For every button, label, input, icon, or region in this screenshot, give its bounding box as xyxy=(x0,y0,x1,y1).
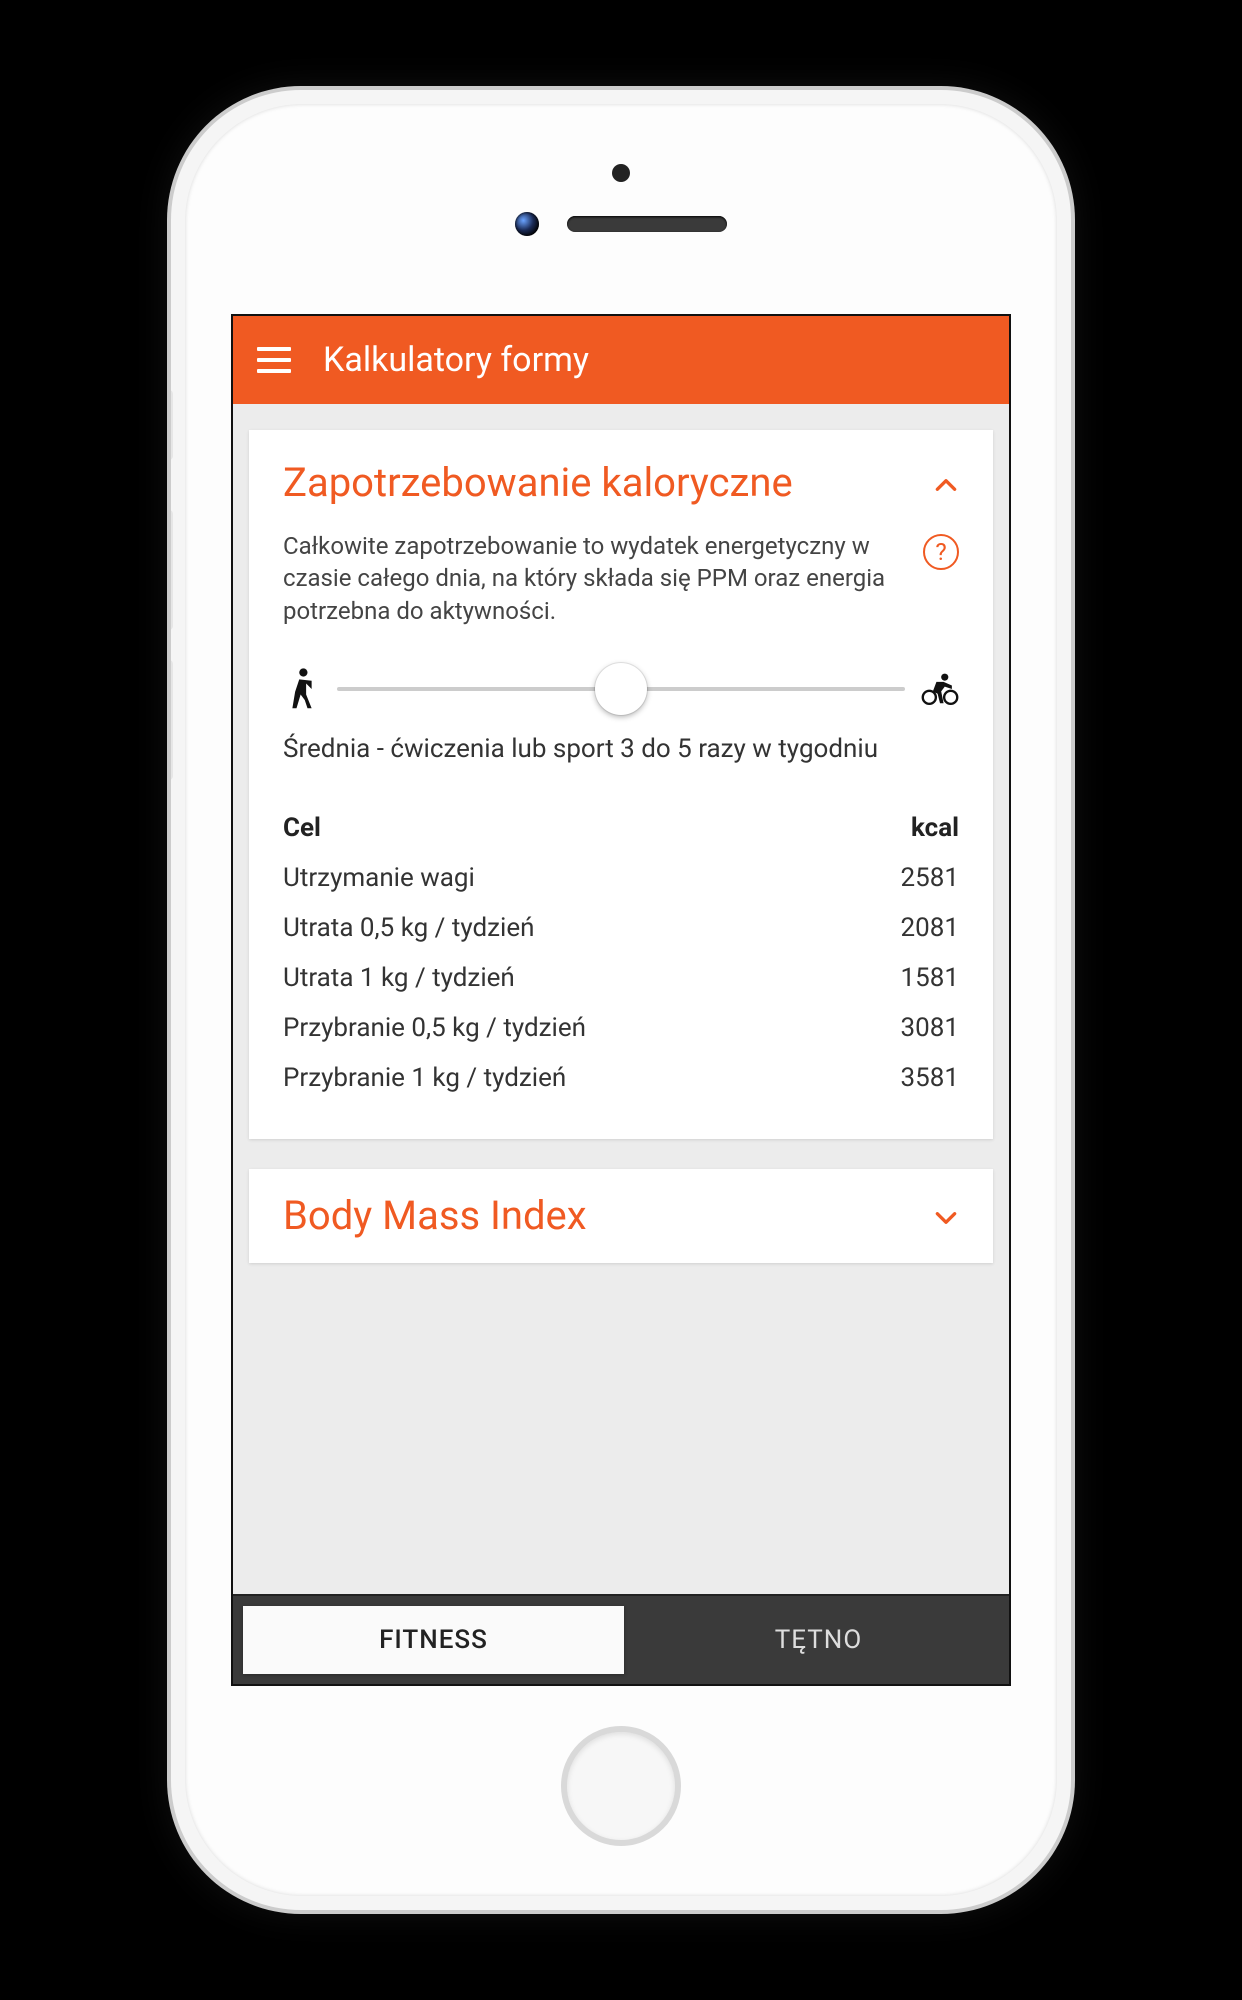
phone-top-sensors xyxy=(185,164,1057,236)
cycling-icon xyxy=(921,667,959,711)
row-label: Utrata 0,5 kg / tydzień xyxy=(283,913,535,943)
phone-speaker xyxy=(567,216,727,232)
row-label: Utrata 1 kg / tydzień xyxy=(283,963,515,993)
card-title: Zapotrzebowanie kaloryczne xyxy=(283,460,909,506)
chevron-up-icon xyxy=(933,472,959,498)
goal-table: Cel kcal Utrzymanie wagi 2581 Utrata 0,5… xyxy=(283,803,959,1103)
row-label: Przybranie 1 kg / tydzień xyxy=(283,1063,566,1093)
phone-bezel: Kalkulatory formy Zapotrzebowanie kalory… xyxy=(185,104,1057,1896)
table-header: Cel kcal xyxy=(283,803,959,853)
activity-slider-row xyxy=(283,667,959,711)
phone-proximity-dot xyxy=(612,164,630,182)
activity-slider[interactable] xyxy=(337,687,905,691)
slider-thumb[interactable] xyxy=(595,663,647,715)
row-value: 3581 xyxy=(901,1063,959,1093)
col-goal: Cel xyxy=(283,813,321,843)
tab-fitness[interactable]: FITNESS xyxy=(243,1606,624,1674)
menu-icon[interactable] xyxy=(257,347,291,373)
table-row: Przybranie 0,5 kg / tydzień 3081 xyxy=(283,1003,959,1053)
help-icon[interactable]: ? xyxy=(923,534,959,570)
app-header: Kalkulatory formy xyxy=(233,316,1009,404)
table-row: Przybranie 1 kg / tydzień 3581 xyxy=(283,1053,959,1103)
row-label: Utrzymanie wagi xyxy=(283,863,475,893)
chevron-down-icon xyxy=(933,1205,959,1231)
phone-side-button xyxy=(171,660,173,780)
row-value: 2581 xyxy=(901,863,959,893)
card-bmi: Body Mass Index xyxy=(249,1169,993,1263)
card-description: Całkowite zapotrzebowanie to wydatek ene… xyxy=(283,530,899,627)
table-row: Utrata 1 kg / tydzień 1581 xyxy=(283,953,959,1003)
slider-caption: Średnia - ćwiczenia lub sport 3 do 5 raz… xyxy=(283,733,959,767)
row-label: Przybranie 0,5 kg / tydzień xyxy=(283,1013,586,1043)
content-scroll[interactable]: Zapotrzebowanie kaloryczne Całkowite zap… xyxy=(233,404,1009,1594)
app-screen: Kalkulatory formy Zapotrzebowanie kalory… xyxy=(231,314,1011,1686)
phone-side-button xyxy=(171,510,173,630)
table-row: Utrzymanie wagi 2581 xyxy=(283,853,959,903)
phone-side-button xyxy=(171,390,173,460)
walking-icon xyxy=(283,667,321,711)
card-title: Body Mass Index xyxy=(283,1193,909,1239)
bottom-tabs: FITNESS TĘTNO xyxy=(233,1594,1009,1684)
col-kcal: kcal xyxy=(911,813,959,843)
page-title: Kalkulatory formy xyxy=(323,340,589,380)
row-value: 2081 xyxy=(901,913,959,943)
phone-frame: Kalkulatory formy Zapotrzebowanie kalory… xyxy=(171,90,1071,1910)
card-header-toggle[interactable]: Body Mass Index xyxy=(283,1193,959,1239)
row-value: 3081 xyxy=(901,1013,959,1043)
tab-tetno[interactable]: TĘTNO xyxy=(628,1596,1009,1684)
phone-camera xyxy=(515,212,539,236)
card-calorie-need: Zapotrzebowanie kaloryczne Całkowite zap… xyxy=(249,430,993,1139)
phone-home-button[interactable] xyxy=(561,1726,681,1846)
card-header-toggle[interactable]: Zapotrzebowanie kaloryczne xyxy=(283,460,959,506)
row-value: 1581 xyxy=(901,963,959,993)
table-row: Utrata 0,5 kg / tydzień 2081 xyxy=(283,903,959,953)
